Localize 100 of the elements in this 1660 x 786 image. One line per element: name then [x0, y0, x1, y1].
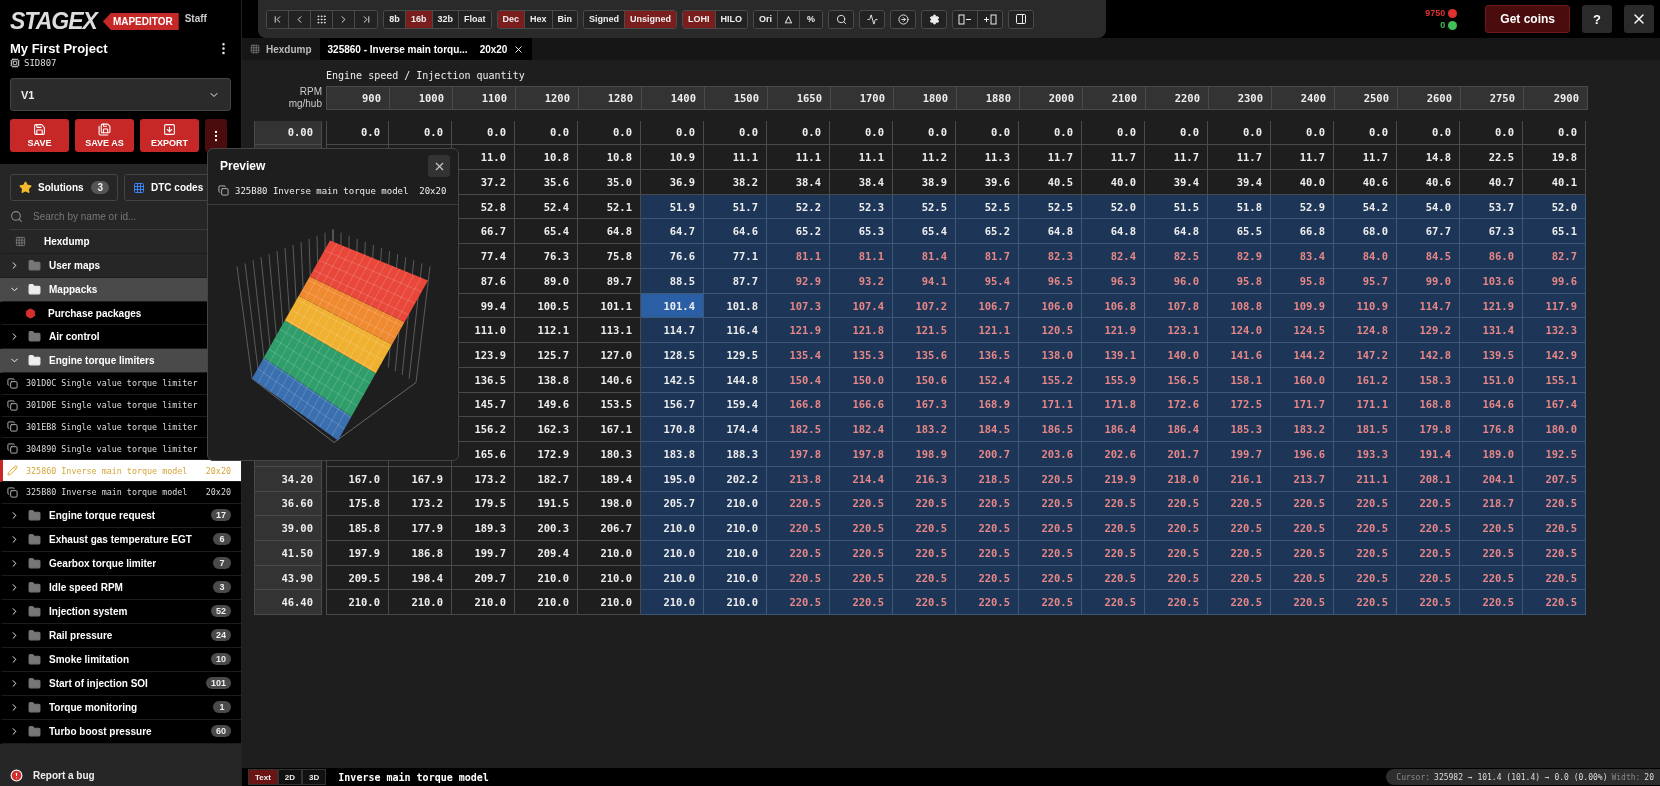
table-cell[interactable]: 220.5	[1523, 516, 1586, 541]
table-cell[interactable]: 11.1	[704, 145, 767, 170]
table-cell[interactable]: 210.0	[326, 590, 389, 616]
table-cell[interactable]: 220.5	[1334, 590, 1397, 616]
table-cell[interactable]: 172.9	[515, 442, 578, 467]
table-cell[interactable]: 204.1	[1460, 466, 1523, 492]
table-cell[interactable]: 52.0	[1523, 194, 1586, 220]
table-cell[interactable]: 220.5	[1460, 565, 1523, 591]
table-cell[interactable]: 220.5	[1019, 466, 1082, 492]
table-cell[interactable]: 189.0	[1460, 442, 1523, 467]
table-cell[interactable]: 209.7	[452, 565, 515, 591]
table-cell[interactable]: 220.5	[1082, 541, 1145, 566]
table-cell[interactable]: 220.5	[767, 541, 830, 566]
table-cell[interactable]: 83.4	[1271, 244, 1334, 269]
table-cell[interactable]: 123.1	[1145, 318, 1208, 344]
table-cell[interactable]: 173.2	[452, 466, 515, 492]
table-cell[interactable]: 0.0	[1271, 120, 1334, 146]
table-cell[interactable]: 172.6	[1145, 392, 1208, 418]
table-cell[interactable]: 158.1	[1208, 367, 1271, 393]
table-cell[interactable]: 0.0	[1145, 120, 1208, 146]
table-cell[interactable]: 155.2	[1019, 367, 1082, 393]
view-tab[interactable]: 3D	[302, 769, 327, 785]
table-cell[interactable]: 196.6	[1271, 442, 1334, 467]
table-cell[interactable]: 189.3	[452, 516, 515, 541]
table-cell[interactable]: 220.5	[1208, 491, 1271, 517]
table-cell[interactable]: 76.3	[515, 244, 578, 269]
table-cell[interactable]: 11.7	[1271, 145, 1334, 170]
table-cell[interactable]: 141.6	[1208, 343, 1271, 368]
table-cell[interactable]: 155.9	[1082, 367, 1145, 393]
table-cell[interactable]: 206.7	[578, 516, 641, 541]
table-cell[interactable]: 220.5	[1019, 565, 1082, 591]
table-cell[interactable]: 66.8	[1271, 219, 1334, 245]
table-cell[interactable]: 171.8	[1082, 392, 1145, 418]
toggle-button[interactable]: Hex	[525, 10, 553, 28]
table-cell[interactable]: 166.6	[830, 392, 893, 418]
table-cell[interactable]: 158.3	[1397, 367, 1460, 393]
table-cell[interactable]: 84.0	[1334, 244, 1397, 269]
table-cell[interactable]: 220.5	[1271, 590, 1334, 616]
table-cell[interactable]: 0.0	[1334, 120, 1397, 146]
table-cell[interactable]: 159.4	[704, 392, 767, 418]
table-cell[interactable]: 220.5	[1082, 565, 1145, 591]
table-cell[interactable]: 106.7	[956, 293, 1019, 319]
table-cell[interactable]: 121.9	[1460, 293, 1523, 319]
close-button[interactable]	[428, 155, 450, 177]
table-cell[interactable]: 184.5	[956, 417, 1019, 443]
table-cell[interactable]: 65.2	[767, 219, 830, 245]
save-button[interactable]: SAVE AS	[75, 119, 134, 152]
table-cell[interactable]: 64.8	[1145, 219, 1208, 245]
table-cell[interactable]: 95.8	[1271, 268, 1334, 294]
table-cell[interactable]: 210.0	[515, 565, 578, 591]
toggle-button[interactable]: Dec	[497, 10, 526, 28]
table-cell[interactable]: 220.5	[830, 565, 893, 591]
table-cell[interactable]: 165.6	[452, 442, 515, 467]
table-cell[interactable]: 54.2	[1334, 194, 1397, 220]
table-cell[interactable]: 11.3	[956, 145, 1019, 170]
table-cell[interactable]: 213.7	[1271, 466, 1334, 492]
toggle-button[interactable]: Signed	[584, 10, 626, 28]
table-cell[interactable]: 52.9	[1271, 194, 1334, 220]
table-cell[interactable]: 101.4	[641, 293, 704, 319]
table-cell[interactable]: 84.5	[1397, 244, 1460, 269]
table-cell[interactable]: 220.5	[893, 516, 956, 541]
table-cell[interactable]: 144.8	[704, 367, 767, 393]
table-cell[interactable]: 202.2	[704, 466, 767, 492]
table-cell[interactable]: 52.4	[515, 194, 578, 220]
table-cell[interactable]: 220.5	[1397, 516, 1460, 541]
table-cell[interactable]: 138.0	[1019, 343, 1082, 368]
table-cell[interactable]: 22.5	[1460, 145, 1523, 170]
table-cell[interactable]: 108.8	[1208, 293, 1271, 319]
table-cell[interactable]: 161.2	[1334, 367, 1397, 393]
table-cell[interactable]: 210.0	[515, 590, 578, 616]
get-coins-button[interactable]: Get coins	[1485, 5, 1570, 33]
table-cell[interactable]: 220.5	[1271, 491, 1334, 517]
table-cell[interactable]: 216.1	[1208, 466, 1271, 492]
table-cell[interactable]: 11.1	[830, 145, 893, 170]
table-cell[interactable]: 210.0	[578, 541, 641, 566]
remove-column-button[interactable]	[953, 10, 979, 28]
table-cell[interactable]: 199.7	[452, 541, 515, 566]
table-cell[interactable]: 92.9	[767, 268, 830, 294]
table-cell[interactable]: 191.4	[1397, 442, 1460, 467]
table-cell[interactable]: 210.0	[578, 565, 641, 591]
table-cell[interactable]: 203.6	[1019, 442, 1082, 467]
table-cell[interactable]: 210.0	[641, 541, 704, 566]
table-cell[interactable]: 220.5	[1334, 516, 1397, 541]
table-cell[interactable]: 96.3	[1082, 268, 1145, 294]
table-cell[interactable]: 170.8	[641, 417, 704, 443]
table-cell[interactable]: 220.5	[1019, 516, 1082, 541]
table-cell[interactable]: 51.5	[1145, 194, 1208, 220]
table-cell[interactable]: 0.0	[1460, 120, 1523, 146]
table-cell[interactable]: 220.5	[767, 565, 830, 591]
table-cell[interactable]: 199.7	[1208, 442, 1271, 467]
table-cell[interactable]: 65.4	[515, 219, 578, 245]
table-cell[interactable]: 52.0	[1082, 194, 1145, 220]
table-cell[interactable]: 14.8	[1397, 145, 1460, 170]
table-cell[interactable]: 0.0	[893, 120, 956, 146]
table-cell[interactable]: 138.8	[515, 367, 578, 393]
table-cell[interactable]: 147.2	[1334, 343, 1397, 368]
table-cell[interactable]: 210.0	[704, 541, 767, 566]
table-cell[interactable]: 144.2	[1271, 343, 1334, 368]
table-cell[interactable]: 168.9	[956, 392, 1019, 418]
folder-label[interactable]: Smoke limitation	[49, 653, 129, 665]
